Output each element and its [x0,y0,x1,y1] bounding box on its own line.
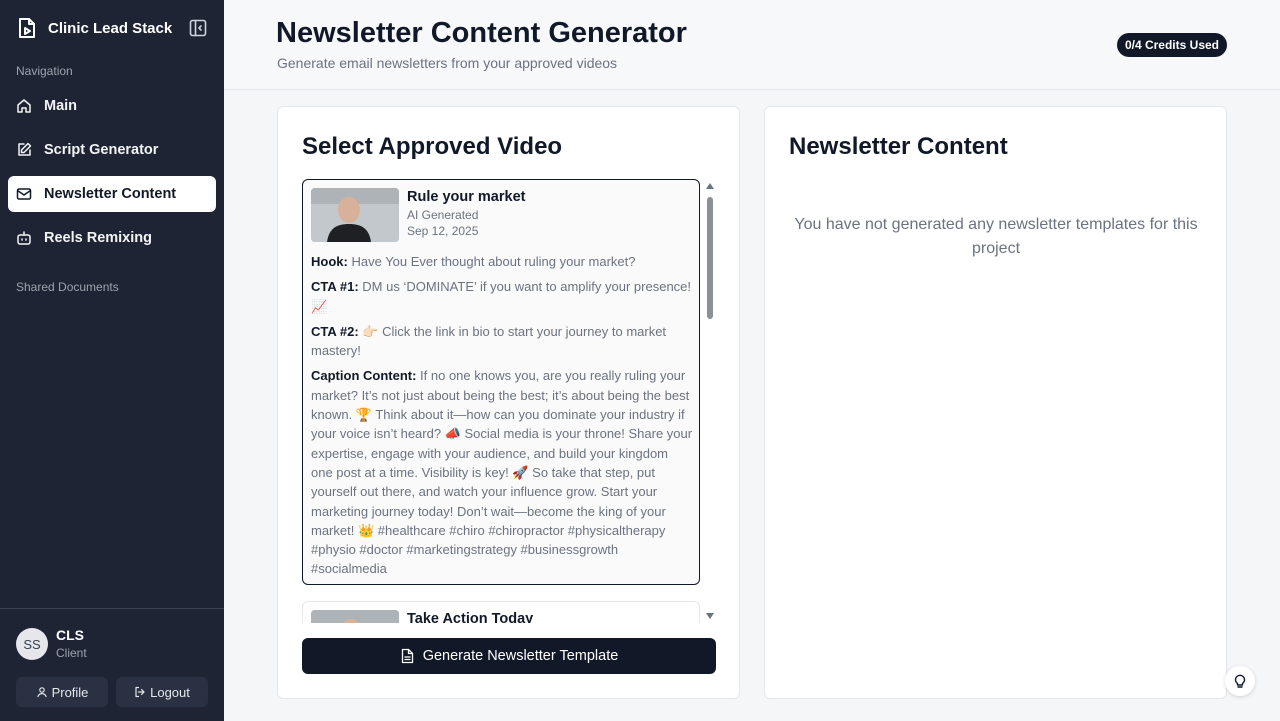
video-details: Hook: Have You Ever thought about ruling… [311,252,693,585]
page-subtitle: Generate email newsletters from your app… [277,55,618,71]
logout-button[interactable]: Logout [116,677,208,707]
avatar[interactable]: SS [16,628,48,660]
user-icon [36,687,47,698]
profile-button[interactable]: Profile [16,677,108,707]
hook-label: Hook: [311,254,348,269]
sidebar-item-label: Main [44,98,78,114]
cta2-line: CTA #2: 👉🏻 Click the link in bio to star… [311,322,693,361]
user-role: Client [56,646,87,660]
cta2-text: 👉🏻 Click the link in bio to start your j… [311,323,667,359]
bot-icon [16,230,32,246]
video-item-selected[interactable]: Rule your market AI Generated Sep 12, 20… [302,179,700,585]
sidebar-item-label: Newsletter Content [44,186,177,202]
card-title: Newsletter Content [789,133,1008,160]
sidebar-item-script-generator[interactable]: Script Generator [8,132,216,168]
video-thumbnail [311,188,399,242]
sidebar-item-newsletter-content[interactable]: Newsletter Content [8,176,216,212]
video-thumbnail [311,610,399,623]
file-text-icon [401,648,413,664]
nav-heading: Navigation [16,64,73,78]
user-panel: SS CLS Client Profile Logout [0,608,224,721]
card-title: Select Approved Video [302,133,563,160]
cta1-line: CTA #1: DM us ‘DOMINATE’ if you want to … [311,277,693,316]
page-title: Newsletter Content Generator [276,17,687,49]
mail-icon [16,186,32,202]
user-name: CLS [56,627,84,643]
edit-icon [16,142,32,158]
video-title: Take Action Today [407,611,534,623]
hook-text: Have You Ever thought about ruling your … [351,254,636,269]
video-title: Rule your market [407,189,526,205]
shared-documents-heading: Shared Documents [16,280,119,294]
select-video-card: Select Approved Video Rule your market A… [277,106,740,699]
logout-label: Logout [150,684,190,700]
generate-button-label: Generate Newsletter Template [422,648,619,664]
page-header: Newsletter Content Generator Generate em… [224,0,1280,90]
sidebar-item-label: Script Generator [44,142,159,158]
scroll-down-arrow-icon[interactable] [706,613,714,619]
brand-name: Clinic Lead Stack [48,19,173,37]
cta2-label: CTA #2: [311,323,359,339]
scroll-up-arrow-icon[interactable] [706,183,714,189]
video-date: Sep 12, 2025 [407,224,479,238]
credits-badge: 0/4 Credits Used [1116,33,1227,57]
sidebar-item-main[interactable]: Main [8,88,216,124]
scrollbar-thumb[interactable] [707,197,713,319]
generate-newsletter-button[interactable]: Generate Newsletter Template [302,638,716,674]
logout-icon [135,686,145,698]
brand[interactable]: Clinic Lead Stack [16,16,208,40]
video-source: AI Generated [407,208,479,222]
hook-line: Hook: Have You Ever thought about ruling… [311,252,693,271]
video-list-scrollbar[interactable] [704,179,716,623]
sidebar-item-reels-remixing[interactable]: Reels Remixing [8,220,216,256]
caption-line: Caption Content: If no one knows you, ar… [311,366,693,578]
video-item[interactable]: Take Action Today [302,601,700,623]
caption-label: Caption Content: [311,368,417,384]
cta1-text: DM us ‘DOMINATE’ if you want to amplify … [311,279,692,314]
caption-text: If no one knows you, are you really ruli… [311,368,693,577]
sidebar-item-label: Reels Remixing [44,230,152,246]
video-list[interactable]: Rule your market AI Generated Sep 12, 20… [302,179,716,623]
lightbulb-icon[interactable] [1225,666,1255,696]
sidebar: Clinic Lead Stack Navigation Main Script… [0,0,224,721]
sidebar-collapse-icon[interactable] [188,18,208,38]
empty-state-message: You have not generated any newsletter te… [794,216,1198,257]
newsletter-content-card: Newsletter Content You have not generate… [764,106,1227,699]
file-play-icon [16,16,38,40]
cta1-label: CTA #1: [311,279,359,295]
home-icon [16,98,32,114]
profile-label: Profile [51,684,89,700]
